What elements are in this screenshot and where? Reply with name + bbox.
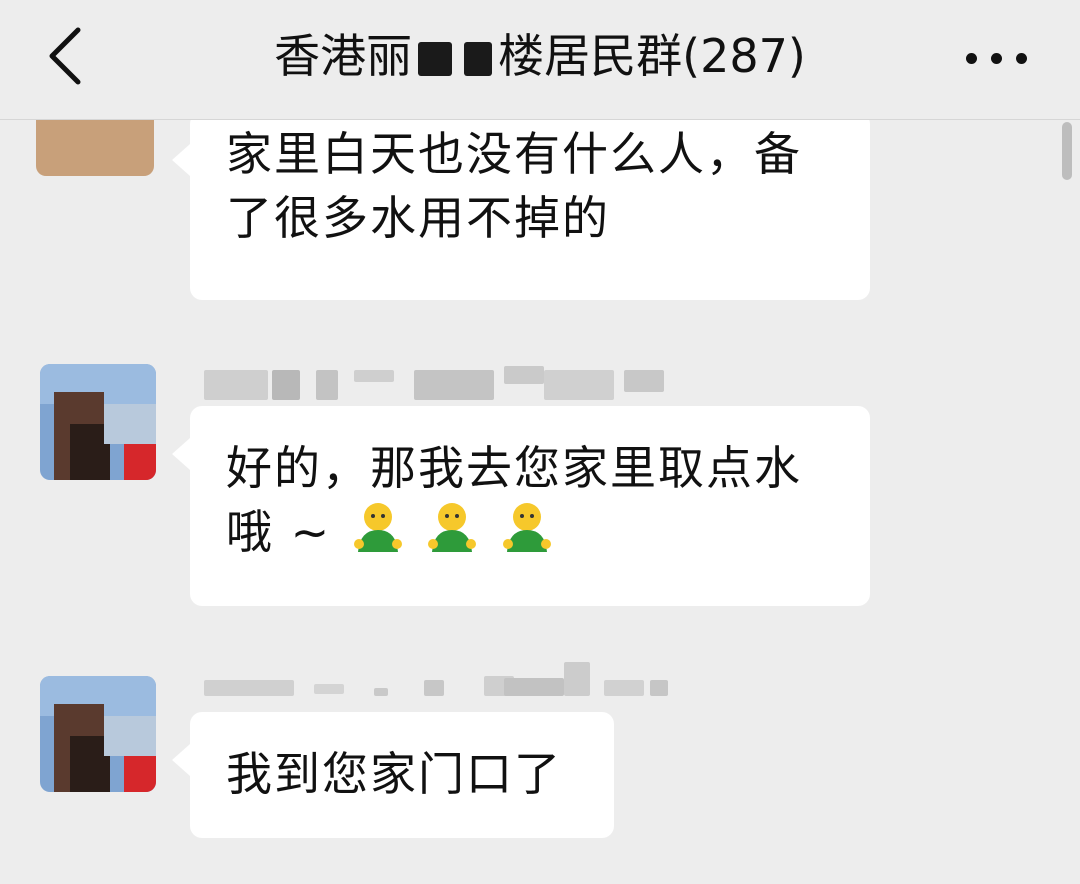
redaction-block bbox=[424, 680, 444, 696]
avatar[interactable] bbox=[40, 364, 156, 480]
avatar-photo bbox=[104, 404, 156, 444]
page-title: 香港丽 楼居民群(287) bbox=[150, 26, 930, 86]
message-bubble[interactable]: 我到您家门口了 bbox=[172, 712, 614, 838]
avatar-photo bbox=[104, 716, 156, 756]
redaction-block bbox=[604, 680, 644, 696]
redaction-block bbox=[504, 366, 544, 384]
message-bubble[interactable]: 好的，那我去您家里取点水 哦 ~ bbox=[172, 406, 870, 606]
message-text: 家里白天也没有什么人，备 bbox=[226, 127, 802, 181]
redaction-block bbox=[316, 370, 338, 400]
flag-icon bbox=[124, 444, 156, 480]
redaction-block bbox=[354, 370, 394, 382]
scrollbar[interactable] bbox=[1062, 122, 1072, 180]
person-emoji-icon bbox=[350, 500, 406, 556]
redaction-block bbox=[414, 370, 494, 400]
redaction-block bbox=[204, 680, 294, 696]
redaction-block bbox=[564, 662, 590, 696]
redaction-block bbox=[504, 678, 564, 696]
person-emoji-icon bbox=[424, 500, 480, 556]
message-text: 了很多水用不掉的 bbox=[226, 191, 610, 245]
redaction-block bbox=[544, 370, 614, 400]
message-bubble[interactable]: 家里白天也没有什么人，备 了很多水用不掉的 bbox=[172, 112, 870, 300]
more-dot bbox=[1016, 53, 1027, 64]
back-button[interactable] bbox=[38, 24, 98, 88]
person-emoji-icon bbox=[499, 500, 555, 556]
flag-icon bbox=[124, 756, 156, 792]
more-dot bbox=[966, 53, 977, 64]
redaction-block bbox=[314, 684, 344, 694]
message-text: 我到您家门口了 bbox=[226, 747, 562, 801]
message-text: 好的，那我去您家里取点水 bbox=[226, 441, 802, 495]
more-dot bbox=[991, 53, 1002, 64]
redaction-block bbox=[374, 688, 388, 696]
title-suffix: 楼居民群(287) bbox=[498, 29, 806, 83]
title-prefix: 香港丽 bbox=[274, 29, 413, 83]
more-button[interactable] bbox=[964, 40, 1030, 72]
redaction-block bbox=[464, 42, 493, 76]
message-text: 哦 ~ bbox=[226, 505, 332, 559]
avatar[interactable] bbox=[40, 676, 156, 792]
sender-name bbox=[204, 366, 674, 402]
chevron-left-icon bbox=[49, 27, 81, 85]
chat-header: 香港丽 楼居民群(287) bbox=[0, 0, 1080, 120]
message-text-line: 哦 ~ bbox=[226, 500, 834, 564]
redaction-block bbox=[418, 42, 453, 76]
redaction-block bbox=[650, 680, 668, 696]
sender-name bbox=[204, 662, 674, 698]
redaction-block bbox=[624, 370, 664, 392]
chat-screen: 香港丽 楼居民群(287) 家里白天也没有什么人，备 了很多水用不掉的 好的，那… bbox=[0, 0, 1080, 884]
redaction-block bbox=[272, 370, 300, 400]
redaction-block bbox=[204, 370, 268, 400]
